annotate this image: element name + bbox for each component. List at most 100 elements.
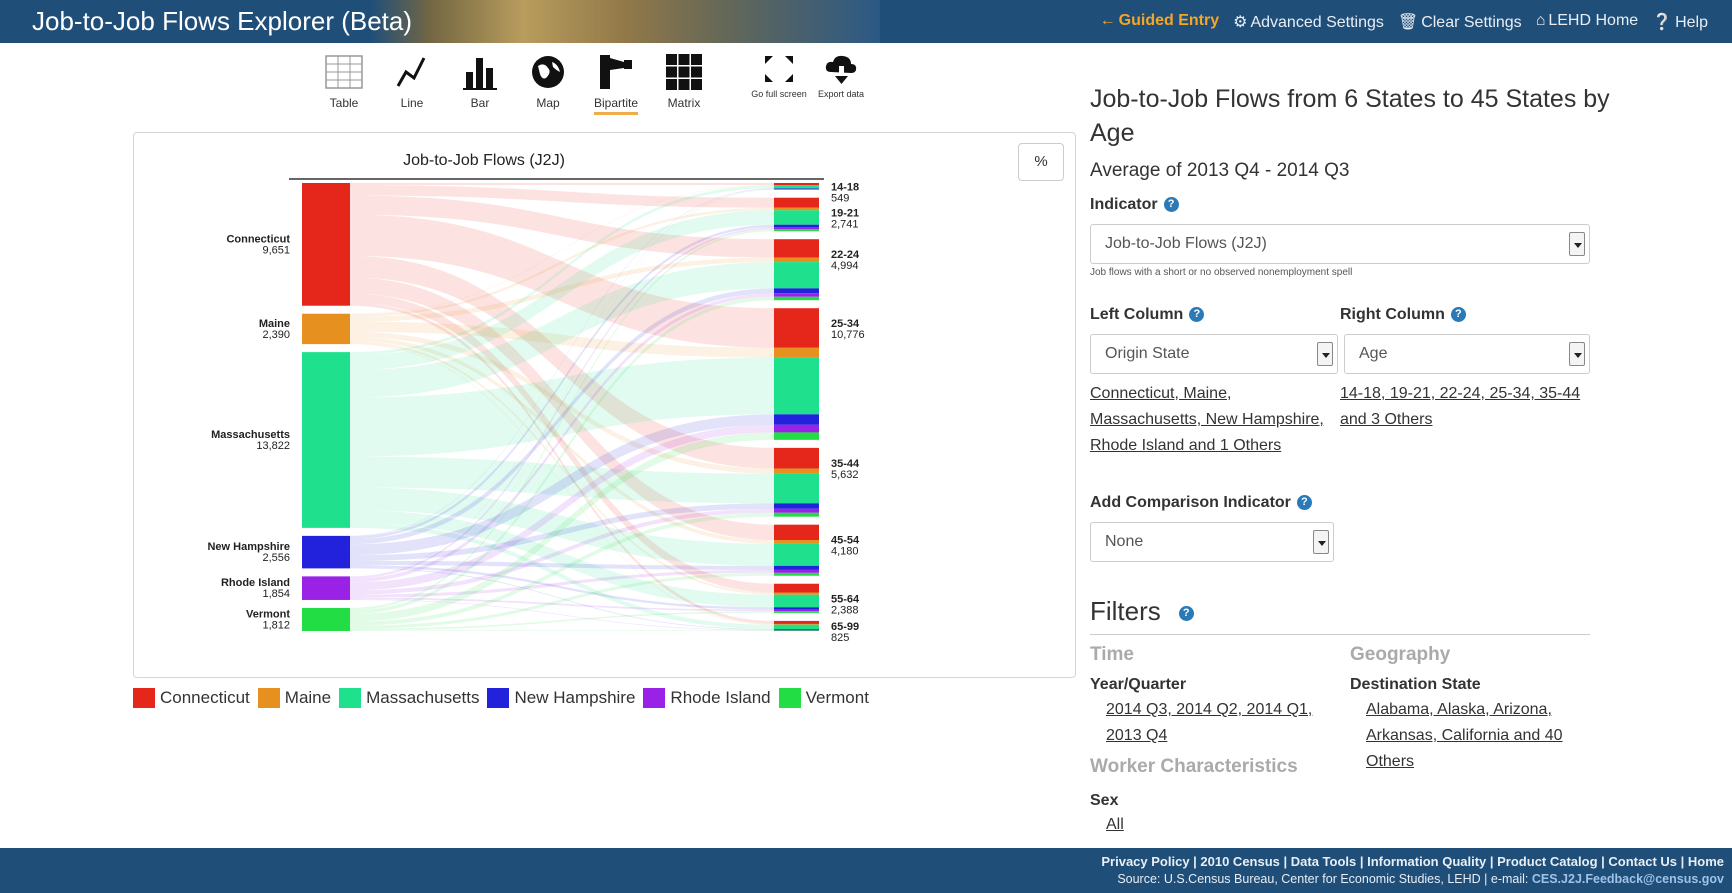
matrix-icon: [666, 54, 702, 90]
filters-heading: Filters?: [1090, 596, 1194, 627]
comparison-select[interactable]: None: [1090, 522, 1334, 562]
right-bar-segment[interactable]: [774, 508, 819, 513]
left-bar-connecticut[interactable]: [302, 183, 350, 306]
nav-advanced-settings[interactable]: ⚙ Advanced Settings: [1233, 12, 1384, 32]
right-bar-segment[interactable]: [774, 197, 819, 208]
right-bar-segment[interactable]: [774, 414, 819, 425]
right-node-value: 549: [831, 192, 849, 204]
right-node-value: 2,388: [831, 604, 859, 616]
footer-links[interactable]: Privacy Policy | 2010 Census | Data Tool…: [0, 848, 1724, 869]
view-table-button[interactable]: Table: [310, 52, 378, 110]
nav-lehd-home[interactable]: ⌂ LEHD Home: [1536, 12, 1638, 32]
right-bar-segment[interactable]: [774, 629, 819, 630]
help-icon[interactable]: ?: [1178, 605, 1194, 621]
right-bar-segment[interactable]: [774, 503, 819, 509]
right-bar-segment[interactable]: [774, 540, 819, 544]
right-bar-segment[interactable]: [774, 347, 819, 358]
right-bar-segment[interactable]: [774, 185, 819, 189]
help-icon[interactable]: ?: [1450, 307, 1466, 323]
right-bar-segment[interactable]: [774, 592, 819, 595]
right-bar-segment[interactable]: [774, 572, 819, 576]
right-bar-segment[interactable]: [774, 594, 819, 608]
legend-item: Vermont: [778, 688, 869, 708]
right-column-select[interactable]: Age: [1344, 334, 1590, 374]
left-column-select[interactable]: Origin State: [1090, 334, 1338, 374]
chart-legend: Connecticut Maine Massachusetts New Hamp…: [133, 688, 877, 708]
right-bar-segment[interactable]: [774, 424, 819, 433]
right-bar-segment[interactable]: [774, 293, 819, 297]
left-bar-vermont[interactable]: [302, 607, 350, 631]
left-node-value: 2,390: [262, 329, 290, 341]
indicator-label: Indicator?: [1090, 196, 1179, 214]
view-bar-button[interactable]: Bar: [446, 52, 514, 110]
nav-guided-entry[interactable]: ← Guided Entry: [1100, 12, 1219, 32]
right-bar-segment[interactable]: [774, 288, 819, 294]
left-bar-rhode-island[interactable]: [302, 576, 350, 600]
right-bar-segment[interactable]: [774, 183, 819, 186]
right-bar-segment[interactable]: [774, 624, 819, 630]
right-bar-segment[interactable]: [774, 227, 819, 230]
right-bar-segment[interactable]: [774, 524, 819, 541]
right-bar-segment[interactable]: [774, 224, 819, 228]
right-bar-segment[interactable]: [774, 569, 819, 573]
right-bar-segment[interactable]: [774, 257, 819, 263]
right-bar-segment[interactable]: [774, 296, 819, 301]
right-bar-segment[interactable]: [774, 623, 819, 625]
right-bar-segment[interactable]: [774, 583, 819, 593]
export-data-button[interactable]: Export data: [810, 52, 872, 110]
right-bar-segment[interactable]: [774, 447, 819, 469]
page-subtitle: Average of 2013 Q4 - 2014 Q3: [1090, 160, 1350, 181]
right-bar-segment[interactable]: [774, 473, 819, 504]
right-bar-segment[interactable]: [774, 432, 819, 440]
view-matrix-button[interactable]: Matrix: [650, 52, 718, 110]
view-map-button[interactable]: Map: [514, 52, 582, 110]
right-bar-segment[interactable]: [774, 543, 819, 566]
view-line-button[interactable]: Line: [378, 52, 446, 110]
page-title: Job-to-Job Flows from 6 States to 45 Sta…: [1090, 85, 1610, 147]
right-bar-segment[interactable]: [774, 611, 819, 613]
right-bar-segment[interactable]: [774, 609, 819, 612]
right-bar-segment[interactable]: [774, 565, 819, 570]
question-circle-icon: ❔: [1652, 14, 1673, 31]
indicator-select[interactable]: Job-to-Job Flows (J2J): [1090, 224, 1590, 264]
right-bar-segment[interactable]: [774, 512, 819, 517]
feedback-email-link[interactable]: CES.J2J.Feedback@census.gov: [1532, 872, 1724, 886]
help-icon[interactable]: ?: [1189, 307, 1205, 323]
left-column-selection-link[interactable]: Connecticut, Maine, Massachusetts, New H…: [1090, 381, 1340, 459]
right-bar-segment[interactable]: [774, 607, 819, 610]
nav-clear-settings[interactable]: 🗑 Clear Settings: [1398, 12, 1522, 32]
right-bar-segment[interactable]: [774, 229, 819, 232]
destination-state-link[interactable]: Alabama, Alaska, Arizona, Arkansas, Cali…: [1366, 697, 1606, 775]
right-bar-segment[interactable]: [774, 239, 819, 258]
year-quarter-link[interactable]: 2014 Q3, 2014 Q2, 2014 Q1, 2013 Q4: [1106, 697, 1316, 749]
help-icon[interactable]: ?: [1163, 197, 1179, 213]
geography-heading: Geography: [1350, 644, 1451, 665]
right-bar-segment[interactable]: [774, 188, 819, 189]
left-bar-new-hampshire[interactable]: [302, 535, 350, 569]
fullscreen-button[interactable]: Go full screen: [748, 52, 810, 110]
flow-link: [350, 183, 774, 186]
sex-link[interactable]: All: [1106, 812, 1124, 838]
right-bar-segment[interactable]: [774, 262, 819, 289]
percent-toggle-button[interactable]: %: [1018, 143, 1064, 181]
indicator-hint: Job flows with a short or no observed no…: [1090, 267, 1353, 278]
app-header: Job-to-Job Flows Explorer (Beta) ← Guided…: [0, 0, 1732, 43]
right-column-selection-link[interactable]: 14-18, 19-21, 22-24, 25-34, 35-44 and 3 …: [1340, 381, 1590, 433]
right-bar-segment[interactable]: [774, 630, 819, 631]
right-bar-segment[interactable]: [774, 357, 819, 415]
right-bar-segment[interactable]: [774, 210, 819, 225]
right-bar-segment[interactable]: [774, 207, 819, 211]
left-bar-massachusetts[interactable]: [302, 352, 350, 528]
right-bar-segment[interactable]: [774, 620, 819, 624]
right-bar-segment[interactable]: [774, 185, 819, 186]
right-bar-segment[interactable]: [774, 189, 819, 190]
right-bar-segment[interactable]: [774, 308, 819, 348]
help-icon[interactable]: ?: [1296, 495, 1312, 511]
right-node-value: 10,776: [831, 329, 865, 341]
nav-help[interactable]: ❔ Help: [1652, 12, 1708, 32]
right-bar-segment[interactable]: [774, 629, 819, 631]
left-bar-maine[interactable]: [302, 313, 350, 345]
view-bipartite-button[interactable]: Bipartite: [582, 52, 650, 115]
right-bar-segment[interactable]: [774, 468, 819, 474]
divider: [1090, 634, 1590, 635]
